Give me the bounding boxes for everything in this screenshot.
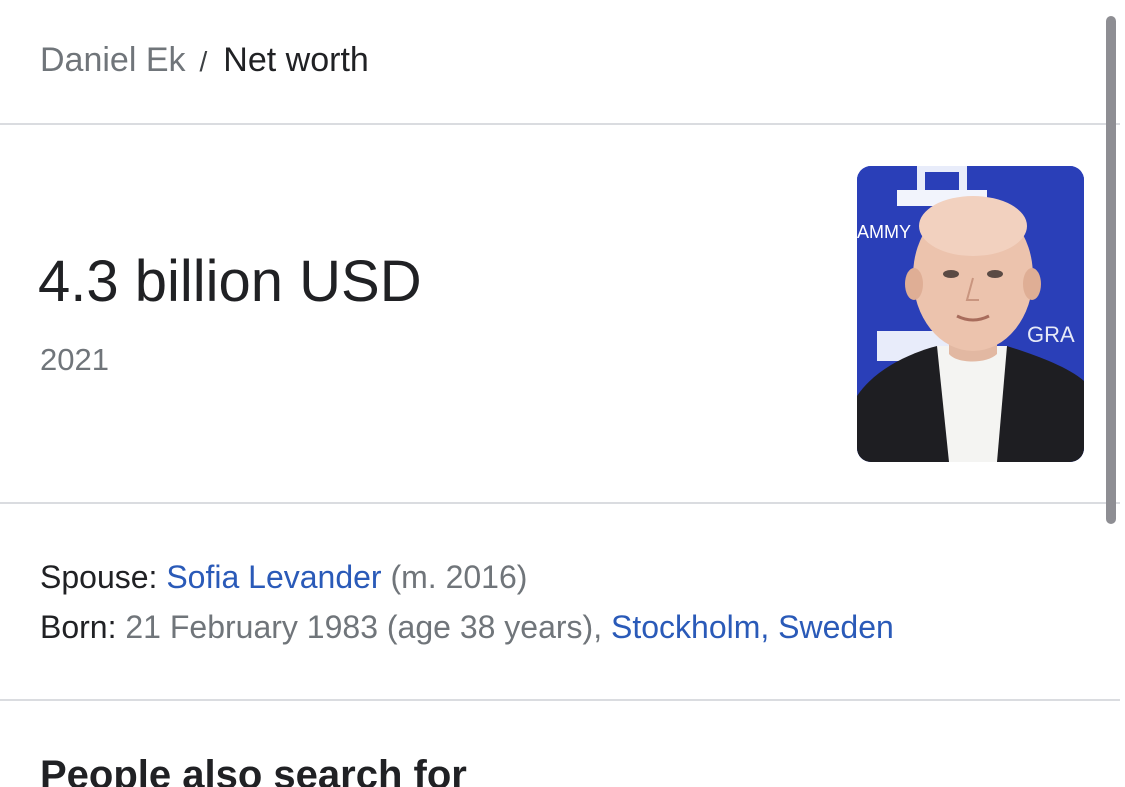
- backdrop-text-right: GRA: [1027, 322, 1075, 347]
- born-city-link[interactable]: Stockholm,: [611, 609, 769, 645]
- breadcrumb-parent-link[interactable]: Daniel Ek: [40, 41, 186, 79]
- net-worth-value: 4.3 billion USD: [38, 249, 422, 314]
- scrollbar-thumb[interactable]: [1106, 16, 1116, 524]
- knowledge-panel: Daniel Ek / Net worth 4.3 billion USD 2021…: [0, 0, 1125, 787]
- born-date: 21 February 1983 (age 38 years),: [125, 609, 603, 645]
- person-photo[interactable]: AMMY GRA: [857, 166, 1084, 462]
- net-worth-year: 2021: [40, 342, 109, 377]
- born-country-link[interactable]: Sweden: [778, 609, 894, 645]
- divider-top: [0, 123, 1120, 125]
- spouse-name-link[interactable]: Sofia Levander: [166, 559, 381, 595]
- breadcrumb-current: Net worth: [223, 41, 369, 79]
- fact-spouse: Spouse: Sofia Levander (m. 2016): [40, 552, 894, 602]
- divider-middle: [0, 502, 1120, 504]
- backdrop-text-left: AMMY: [857, 222, 911, 242]
- facts-section: Spouse: Sofia Levander (m. 2016) Born: 2…: [40, 552, 894, 652]
- breadcrumb: Daniel Ek / Net worth: [40, 40, 369, 82]
- divider-bottom: [0, 699, 1120, 701]
- born-label: Born:: [40, 609, 117, 645]
- people-also-search-heading: People also search for: [40, 753, 467, 787]
- breadcrumb-separator: /: [199, 46, 208, 77]
- spouse-marriage-year: (m. 2016): [390, 559, 528, 595]
- person-photo-image: AMMY GRA: [857, 166, 1084, 462]
- spouse-label: Spouse:: [40, 559, 158, 595]
- fact-born: Born: 21 February 1983 (age 38 years), S…: [40, 602, 894, 652]
